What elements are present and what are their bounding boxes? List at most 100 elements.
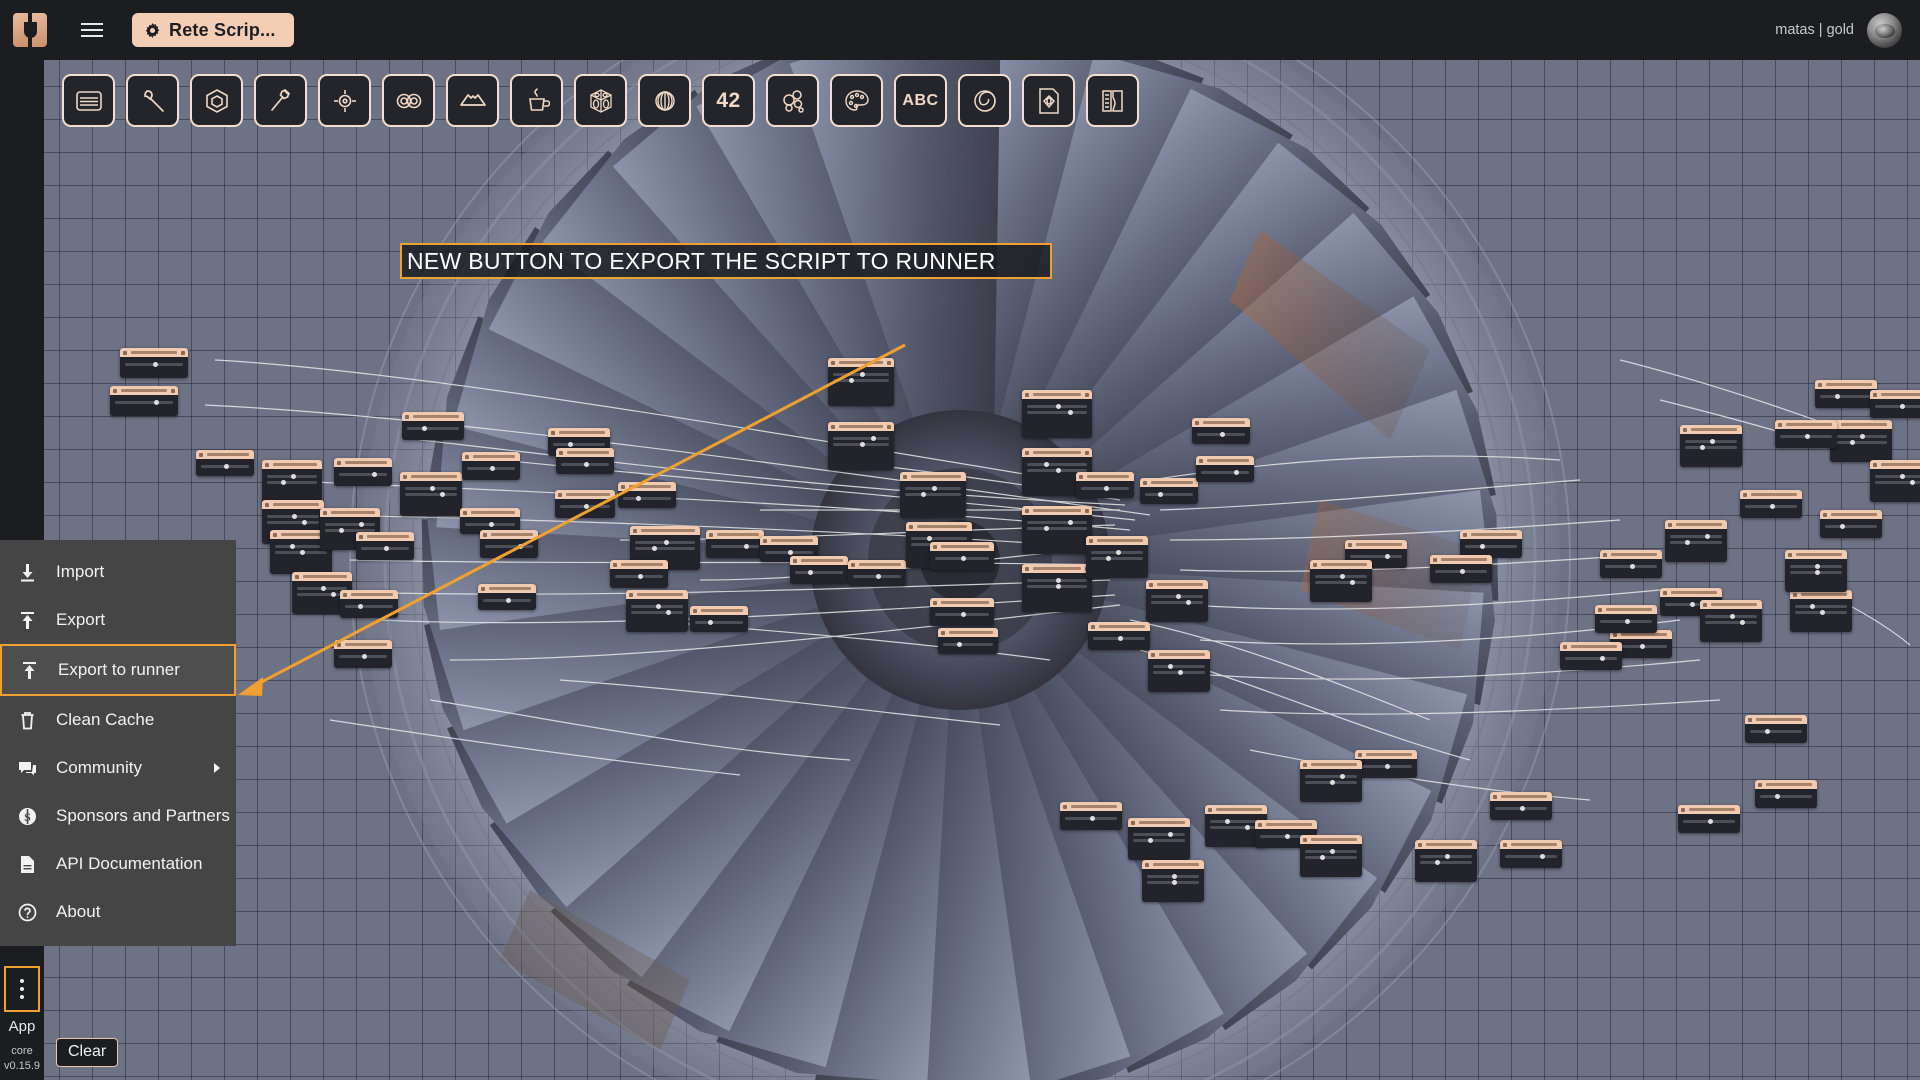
node[interactable] [1022, 390, 1092, 438]
node[interactable] [356, 532, 414, 560]
node[interactable] [1355, 750, 1417, 778]
node[interactable] [1076, 472, 1134, 498]
menu-item-export[interactable]: Export [0, 596, 236, 644]
node[interactable] [110, 386, 178, 416]
node[interactable] [1820, 510, 1882, 538]
menu-item-api-documentation[interactable]: API Documentation [0, 840, 236, 888]
node[interactable] [1500, 840, 1562, 868]
node[interactable] [1128, 818, 1190, 860]
node[interactable] [1745, 715, 1807, 743]
node[interactable] [1740, 490, 1802, 518]
node[interactable] [828, 358, 894, 406]
node[interactable] [1148, 650, 1210, 692]
cup-icon[interactable] [510, 74, 563, 127]
node[interactable] [340, 590, 398, 618]
node[interactable] [1300, 760, 1362, 802]
node[interactable] [1490, 792, 1552, 820]
node[interactable] [900, 472, 966, 518]
node[interactable] [1680, 425, 1742, 467]
node[interactable] [938, 628, 998, 654]
node[interactable] [196, 450, 254, 476]
node[interactable] [618, 482, 676, 508]
node[interactable] [1815, 380, 1877, 408]
node[interactable] [1088, 622, 1150, 650]
kebab-menu-icon[interactable] [4, 966, 40, 1012]
tab-rete-script[interactable]: Rete Scrip... [132, 13, 294, 47]
node[interactable] [1678, 805, 1740, 833]
node[interactable] [1755, 780, 1817, 808]
app-logo[interactable] [0, 13, 60, 47]
abc-icon[interactable]: ABC [894, 74, 947, 127]
wand-icon[interactable] [254, 74, 307, 127]
node[interactable] [1595, 605, 1657, 633]
node[interactable] [334, 458, 392, 486]
node[interactable] [1415, 840, 1477, 882]
node[interactable] [1830, 420, 1892, 462]
node[interactable] [120, 348, 188, 378]
node[interactable] [400, 472, 462, 516]
node[interactable] [1060, 802, 1122, 830]
node[interactable] [1560, 642, 1622, 670]
menu-item-about[interactable]: About [0, 888, 236, 936]
menu-item-sponsors-and-partners[interactable]: S Sponsors and Partners [0, 792, 236, 840]
node[interactable] [1785, 550, 1847, 592]
bubbles-icon[interactable] [766, 74, 819, 127]
voronoi-cube-icon[interactable] [574, 74, 627, 127]
node[interactable] [334, 640, 392, 668]
node[interactable] [930, 542, 994, 570]
menu-item-import[interactable]: Import [0, 548, 236, 596]
node[interactable] [1665, 520, 1727, 562]
card-list-icon[interactable] [62, 74, 115, 127]
node[interactable] [1870, 460, 1920, 502]
node[interactable] [1870, 390, 1920, 418]
hexagon-icon[interactable] [190, 74, 243, 127]
palette-icon[interactable] [830, 74, 883, 127]
brush-icon[interactable] [126, 74, 179, 127]
node[interactable] [848, 560, 906, 586]
node[interactable] [1600, 550, 1662, 578]
node[interactable] [610, 560, 668, 588]
menu-item-community[interactable]: Community [0, 744, 236, 792]
user-area[interactable]: matas | gold [1775, 12, 1920, 48]
node[interactable] [706, 530, 764, 558]
node[interactable] [1196, 456, 1254, 482]
node[interactable] [1310, 560, 1372, 602]
node[interactable] [1460, 530, 1522, 558]
node[interactable] [828, 422, 894, 470]
spiral-icon[interactable] [958, 74, 1011, 127]
node[interactable] [1142, 860, 1204, 902]
node[interactable] [402, 412, 464, 440]
sphere-icon[interactable] [638, 74, 691, 127]
node[interactable] [1790, 590, 1852, 632]
node[interactable] [1430, 555, 1492, 583]
node[interactable] [480, 530, 538, 558]
app-context-menu[interactable]: Import Export Export to runner Clean Cac… [0, 540, 236, 946]
node-palette-toolbar[interactable]: 42 ABC [62, 74, 1139, 127]
node[interactable] [1700, 600, 1762, 642]
node-editor-canvas[interactable]: Clear [0, 60, 1920, 1080]
node[interactable] [462, 452, 520, 480]
node[interactable] [556, 448, 614, 474]
glasses-icon[interactable] [446, 74, 499, 127]
node[interactable] [1022, 506, 1092, 554]
node[interactable] [626, 590, 688, 632]
number-42-icon[interactable]: 42 [702, 74, 755, 127]
node[interactable] [690, 606, 748, 632]
node[interactable] [1146, 580, 1208, 622]
node[interactable] [1140, 478, 1198, 504]
node[interactable] [1022, 564, 1092, 612]
menu-item-export-to-runner[interactable]: Export to runner [0, 644, 236, 696]
hamburger-icon[interactable] [70, 12, 114, 48]
node[interactable] [1775, 420, 1837, 448]
rings-icon[interactable] [382, 74, 435, 127]
node[interactable] [1192, 418, 1250, 444]
node[interactable] [478, 584, 536, 610]
node[interactable] [930, 598, 994, 626]
node[interactable] [1086, 536, 1148, 578]
clear-button[interactable]: Clear [56, 1038, 119, 1067]
node-list[interactable] [0, 60, 1920, 1080]
avatar[interactable] [1867, 12, 1902, 48]
node[interactable] [1300, 835, 1362, 877]
gem-doc-icon[interactable] [1022, 74, 1075, 127]
target-icon[interactable] [318, 74, 371, 127]
